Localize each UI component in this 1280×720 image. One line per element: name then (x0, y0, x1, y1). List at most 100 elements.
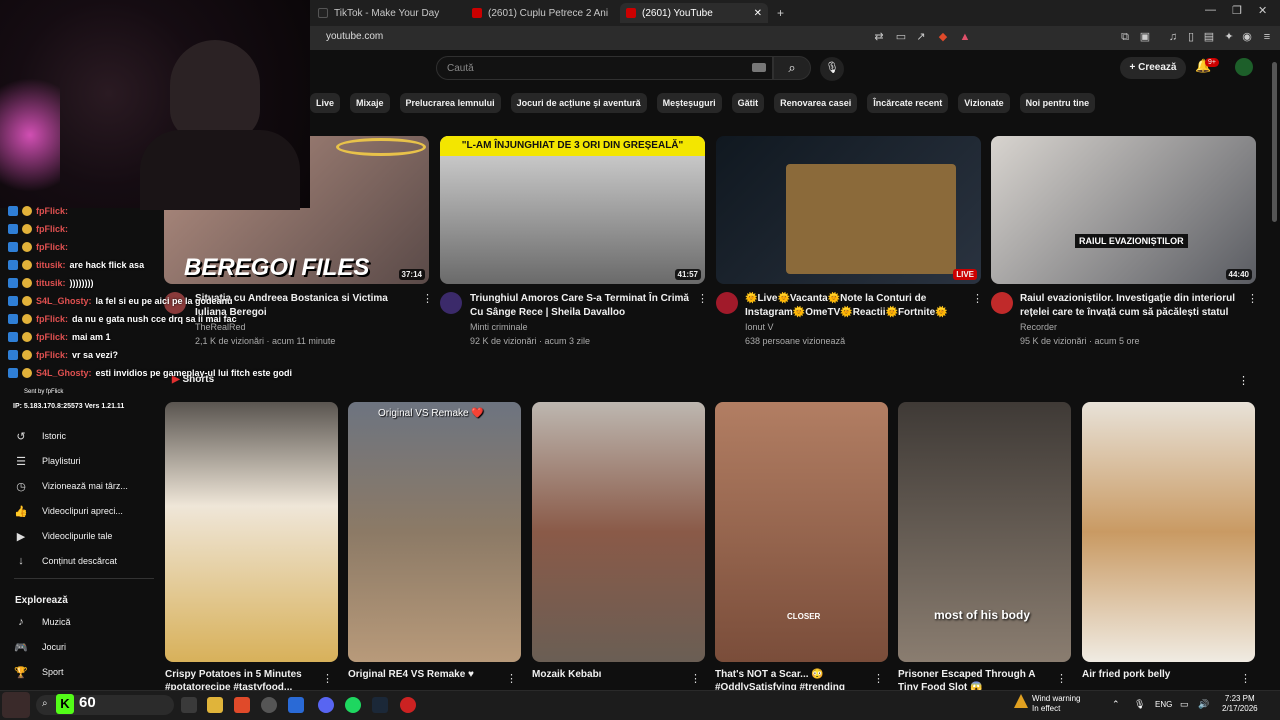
steam-icon[interactable] (372, 697, 388, 713)
tray-chevron-icon[interactable]: ⌃ (1112, 699, 1120, 710)
chip-mixes[interactable]: Mixaje (350, 93, 390, 113)
keyboard-icon[interactable] (752, 63, 766, 72)
channel-avatar[interactable] (440, 292, 462, 314)
more-options-icon[interactable]: ⋮ (422, 292, 433, 305)
sidebar-item-history[interactable]: ↺ Istoric (14, 427, 66, 445)
more-options-icon[interactable]: ⋮ (690, 672, 701, 685)
short-thumbnail[interactable]: CLOSER (715, 402, 888, 662)
vpn-icon[interactable]: ◉ (1240, 30, 1254, 44)
chip-action-games[interactable]: Jocuri de acțiune și aventură (510, 93, 647, 113)
task-view-icon[interactable] (181, 697, 197, 713)
close-window-icon[interactable]: ✕ (1258, 4, 1267, 17)
chip-live[interactable]: Live (310, 93, 341, 113)
channel-name[interactable]: Minti criminale (470, 322, 528, 332)
close-tab-icon[interactable]: ✕ (754, 8, 762, 19)
sidebar-item-playlists[interactable]: ☰ Playlisturi (14, 452, 80, 470)
start-avatar[interactable] (2, 692, 30, 718)
more-options-icon[interactable]: ⋮ (1056, 672, 1067, 685)
short-title[interactable]: Original RE4 VS Remake ♥ (348, 668, 508, 681)
search-button[interactable]: ⌕ (773, 56, 811, 80)
url-text[interactable]: youtube.com (326, 31, 383, 42)
app-icon[interactable] (288, 697, 304, 713)
video-meta: 95 K de vizionări · acum 5 ore (1020, 336, 1140, 346)
spotify-icon[interactable] (345, 697, 361, 713)
more-options-icon[interactable]: ⋮ (697, 292, 708, 305)
more-options-icon[interactable]: ⋮ (1240, 672, 1251, 685)
tab-youtube[interactable]: (2601) YouTube ✕ (620, 3, 768, 23)
video-thumbnail[interactable]: RAIUL EVAZIONIȘTILOR 44:40 (991, 136, 1256, 284)
mic-tray-icon[interactable]: 🎙 (1134, 699, 1145, 710)
cast-icon[interactable]: ▭ (894, 30, 908, 44)
avatar[interactable] (1235, 58, 1253, 76)
chip-watched[interactable]: Vizionate (958, 93, 1010, 113)
volume-icon[interactable]: 🔊 (1198, 699, 1209, 710)
more-options-icon[interactable]: ⋮ (506, 672, 517, 685)
short-title[interactable]: Air fried pork belly (1082, 668, 1242, 681)
more-options-icon[interactable]: ⋮ (1247, 292, 1258, 305)
game-icon[interactable] (400, 697, 416, 713)
sidebar-toggle-icon[interactable]: ▯ (1184, 30, 1198, 44)
tab-video[interactable]: (2601) Cuplu Petrece 2 Ani Construin (466, 3, 616, 23)
maximize-icon[interactable]: ❐ (1232, 4, 1242, 17)
short-thumbnail[interactable] (165, 402, 338, 662)
sidebar-item-liked[interactable]: 👍 Videoclipuri apreci... (14, 502, 123, 520)
short-thumbnail[interactable]: most of his body (898, 402, 1071, 662)
discord-icon[interactable] (318, 697, 334, 713)
music-control-icon[interactable]: ♫ (1166, 30, 1180, 44)
video-title[interactable]: 🌞Live🌞Vacanta🌞Note la Conturi de Instagr… (745, 292, 967, 320)
video-thumbnail[interactable]: "L-AM ÎNJUNGHIAT DE 3 ORI DIN GREȘEALĂ" … (440, 136, 705, 284)
wallet2-icon[interactable]: ▤ (1202, 30, 1216, 44)
chip-recent[interactable]: Încărcate recent (867, 93, 949, 113)
short-thumbnail[interactable] (1082, 402, 1255, 662)
video-title[interactable]: Triunghiul Amoros Care S-a Terminat În C… (470, 292, 692, 320)
extensions-icon[interactable]: ⧉ (1118, 30, 1132, 44)
sidebar-item-music[interactable]: ♪ Muzică (14, 613, 70, 631)
chip-renovation[interactable]: Renovarea casei (774, 93, 858, 113)
channel-avatar[interactable] (991, 292, 1013, 314)
voice-search-icon[interactable]: 🎙 (820, 57, 844, 81)
more-options-icon[interactable]: ⋮ (873, 672, 884, 685)
folder-icon[interactable] (207, 697, 223, 713)
sidebar-item-downloads[interactable]: ↓ Conținut descărcat (14, 552, 117, 570)
chip-crafts[interactable]: Meșteșuguri (656, 93, 722, 113)
short-title[interactable]: Mozaik Kebabı (532, 668, 692, 681)
network-icon[interactable]: ▭ (1180, 699, 1189, 710)
sidebar-item-watch-later[interactable]: ◷ Vizionează mai târz... (14, 477, 128, 495)
shorts-more-icon[interactable]: ⋮ (1238, 374, 1249, 387)
channel-name[interactable]: Ionut V (745, 322, 774, 332)
sidebar-item-games[interactable]: 🎮 Jocuri (14, 638, 66, 656)
wallet-icon[interactable]: ▣ (1138, 30, 1152, 44)
chip-new[interactable]: Noi pentru tine (1019, 93, 1096, 113)
brave-icon[interactable] (234, 697, 250, 713)
more-options-icon[interactable]: ⋮ (972, 292, 983, 305)
ai-icon[interactable]: ✦ (1222, 30, 1236, 44)
obs-icon[interactable] (261, 697, 277, 713)
kick-icon: K (56, 694, 74, 714)
channel-name[interactable]: Recorder (1020, 322, 1057, 332)
rewards-icon[interactable]: ▲ (958, 30, 972, 44)
scrollbar[interactable] (1272, 62, 1277, 222)
chip-woodworking[interactable]: Prelucrarea lemnului (399, 93, 501, 113)
short-thumbnail[interactable]: Original VS Remake ❤️ (348, 402, 521, 662)
search-input[interactable]: Caută (436, 56, 773, 80)
short-thumbnail[interactable] (532, 402, 705, 662)
webcam-overlay (0, 0, 310, 210)
clock[interactable]: 7:23 PM 2/17/2026 (1222, 694, 1258, 714)
translate-icon[interactable]: ⇄ (872, 30, 886, 44)
new-tab-button[interactable]: + (777, 6, 784, 20)
brave-shield-icon[interactable]: ◆ (936, 30, 950, 44)
create-button[interactable]: + Creează (1120, 57, 1186, 79)
share-icon[interactable]: ↗ (914, 30, 928, 44)
menu-icon[interactable]: ≡ (1260, 30, 1274, 44)
tab-tiktok[interactable]: TikTok - Make Your Day (312, 3, 462, 23)
video-title[interactable]: Raiul evazioniștilor. Investigație din i… (1020, 292, 1242, 320)
sidebar-item-your-videos[interactable]: ▶ Videoclipurile tale (14, 527, 113, 545)
video-thumbnail[interactable]: LIVE (716, 136, 981, 284)
minimize-icon[interactable]: — (1205, 4, 1216, 16)
weather-widget[interactable]: Wind warning In effect (1032, 694, 1080, 714)
more-options-icon[interactable]: ⋮ (322, 672, 333, 685)
chip-cooking[interactable]: Gătit (731, 93, 765, 113)
language-indicator[interactable]: ENG (1155, 700, 1172, 709)
channel-avatar[interactable] (716, 292, 738, 314)
sidebar-item-sport[interactable]: 🏆 Sport (14, 663, 63, 681)
